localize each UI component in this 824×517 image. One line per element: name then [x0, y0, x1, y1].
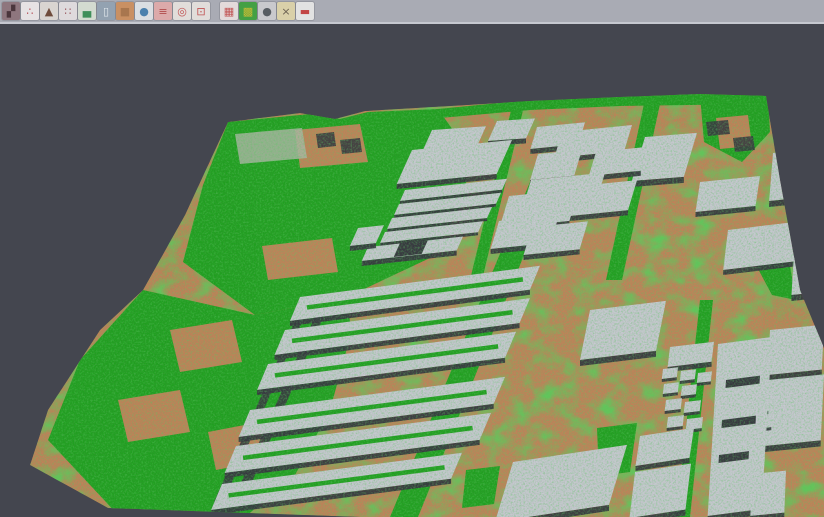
sphere-icon: ●	[262, 6, 272, 17]
scatter-icon: ∷	[65, 6, 72, 17]
point-cloud-canvas[interactable]	[0, 26, 824, 517]
point-cloud-icon: ∴	[27, 6, 34, 17]
app-window: ▞ ∴ ▲ ∷ ▄ ▯ ■ ● ≡ ◎ ⊡ ▦ ▩ ● × ▬	[0, 0, 824, 517]
prism-button[interactable]: ▯	[97, 2, 115, 20]
dither-noise-overlay	[0, 26, 824, 517]
vegetation-icon: ▄	[83, 6, 91, 17]
flag-icon: ▬	[300, 6, 310, 17]
dataset-button[interactable]: ▞	[2, 2, 20, 20]
vegetation-button[interactable]: ▄	[78, 2, 96, 20]
layers-button[interactable]: ≡	[154, 2, 172, 20]
scatter-button[interactable]: ∷	[59, 2, 77, 20]
clip-box-icon: ×	[281, 6, 290, 17]
orthoimage-icon: ▩	[243, 6, 253, 17]
toolbar: ▞ ∴ ▲ ∷ ▄ ▯ ■ ● ≡ ◎ ⊡ ▦ ▩ ● × ▬	[0, 0, 824, 24]
orthoimage-button[interactable]: ▩	[239, 2, 257, 20]
point-cloud-button[interactable]: ∴	[21, 2, 39, 20]
globe-button[interactable]: ●	[135, 2, 153, 20]
volume-button[interactable]: ■	[116, 2, 134, 20]
flag-button[interactable]: ▬	[296, 2, 314, 20]
clip-box-button[interactable]: ×	[277, 2, 295, 20]
target-button[interactable]: ◎	[173, 2, 191, 20]
terrain-button[interactable]: ▲	[40, 2, 58, 20]
target-icon: ◎	[177, 6, 187, 17]
volume-icon: ■	[120, 6, 130, 17]
grid-icon: ▦	[224, 6, 234, 17]
prism-icon: ▯	[103, 6, 109, 17]
extent-icon: ⊡	[196, 6, 205, 17]
globe-icon: ●	[139, 6, 149, 17]
dataset-icon: ▞	[7, 6, 15, 17]
layers-icon: ≡	[158, 6, 167, 17]
3d-viewport[interactable]	[0, 26, 824, 517]
grid-button[interactable]: ▦	[220, 2, 238, 20]
terrain-icon: ▲	[45, 6, 53, 17]
extent-button[interactable]: ⊡	[192, 2, 210, 20]
sphere-button[interactable]: ●	[258, 2, 276, 20]
